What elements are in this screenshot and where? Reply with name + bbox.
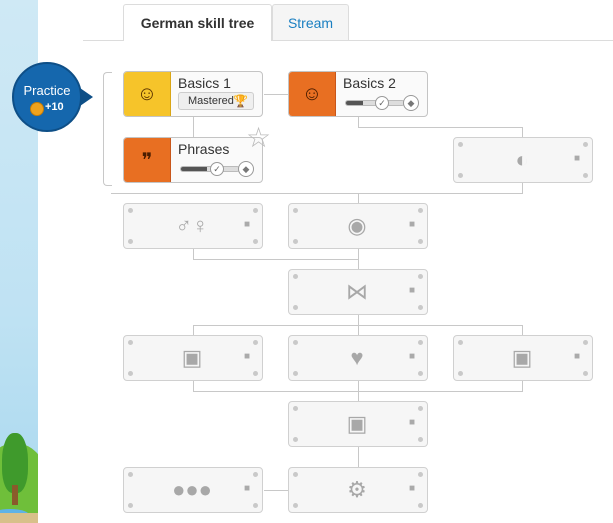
connector bbox=[193, 117, 194, 137]
connector bbox=[358, 249, 359, 269]
lock-icon: ■ bbox=[243, 351, 250, 362]
lock-icon: ■ bbox=[573, 351, 580, 362]
trophy-icon: 🏆 bbox=[233, 94, 248, 108]
lock-icon: ■ bbox=[408, 417, 415, 428]
lock-icon: ■ bbox=[573, 153, 580, 164]
trophy-icon: ◆ bbox=[238, 161, 254, 177]
connector bbox=[522, 381, 523, 391]
star-icon[interactable]: ☆ bbox=[246, 124, 271, 152]
gear-icon: ⚙ bbox=[347, 477, 367, 502]
connector bbox=[193, 325, 194, 335]
gender-symbols-icon: ♂♀ bbox=[175, 213, 209, 238]
picture-frame-icon: ▣ bbox=[346, 411, 368, 436]
skill-title: Phrases bbox=[178, 141, 230, 157]
practice-bonus: +10 bbox=[45, 101, 64, 113]
speech-bubbles-icon: ❞ bbox=[124, 138, 171, 182]
locked-skill-frame-middle[interactable]: ▣ ■ bbox=[288, 401, 428, 447]
skill-progress-bar: ✓ ◆ bbox=[345, 95, 421, 111]
picture-frame-icon: ▣ bbox=[181, 345, 203, 370]
skill-basics-2[interactable]: ☺ Basics 2 ✓ ◆ bbox=[288, 71, 428, 117]
lock-icon: ■ bbox=[243, 483, 250, 494]
picture-frame-icon: ▣ bbox=[511, 345, 533, 370]
connector bbox=[264, 490, 288, 491]
locked-skill-people[interactable]: ●●● ■ bbox=[123, 467, 263, 513]
locked-skill-animals[interactable]: ♥ ■ bbox=[288, 335, 428, 381]
basics-skill-icon: ☺ bbox=[124, 72, 171, 116]
connector bbox=[358, 447, 359, 467]
skill-title: Basics 1 bbox=[178, 75, 231, 91]
practice-pointer bbox=[80, 88, 93, 106]
connector bbox=[193, 259, 358, 260]
bow-tie-icon: ⋈ bbox=[346, 279, 368, 304]
mastered-label: Mastered bbox=[188, 95, 234, 107]
lock-icon: ■ bbox=[408, 219, 415, 230]
skill-title: Basics 2 bbox=[343, 75, 396, 91]
tree-trunk bbox=[12, 485, 18, 505]
connector bbox=[522, 127, 523, 137]
connector bbox=[193, 381, 194, 391]
locked-skill-frame-right[interactable]: ▣ ■ bbox=[453, 335, 593, 381]
locked-skill-balloons[interactable]: ◉ ■ bbox=[288, 203, 428, 249]
connector bbox=[264, 94, 288, 95]
progress-fill bbox=[346, 101, 364, 105]
locked-skill-gender[interactable]: ♂♀ ■ bbox=[123, 203, 263, 249]
checkpoint-icon: ✓ bbox=[375, 96, 389, 110]
tab-german-skill-tree[interactable]: German skill tree bbox=[123, 4, 272, 41]
whale-icon: ♥ bbox=[350, 345, 364, 370]
lock-icon: ■ bbox=[408, 483, 415, 494]
locked-skill-settings[interactable]: ⚙ ■ bbox=[288, 467, 428, 513]
checkpoint-icon: ✓ bbox=[210, 162, 224, 176]
practice-bracket bbox=[103, 72, 112, 186]
connector bbox=[358, 117, 359, 127]
people-icon: ●●● bbox=[172, 477, 212, 502]
connector bbox=[522, 325, 523, 335]
trophy-icon: ◆ bbox=[403, 95, 419, 111]
skill-phrases[interactable]: ❞ Phrases ✓ ◆ bbox=[123, 137, 263, 183]
connector bbox=[358, 127, 523, 128]
path-decoration bbox=[0, 513, 38, 523]
mastered-badge: Mastered 🏆 bbox=[178, 92, 254, 110]
connector bbox=[193, 249, 194, 259]
tab-stream[interactable]: Stream bbox=[272, 4, 349, 40]
lock-icon: ■ bbox=[243, 219, 250, 230]
connector bbox=[522, 183, 523, 193]
lock-icon: ■ bbox=[408, 351, 415, 362]
connector bbox=[358, 193, 359, 203]
locked-skill-food[interactable]: ◐ ■ bbox=[453, 137, 593, 183]
locked-skill-frame-left[interactable]: ▣ ■ bbox=[123, 335, 263, 381]
skill-progress-bar: ✓ ◆ bbox=[180, 161, 256, 177]
practice-label: Practice bbox=[23, 83, 71, 98]
locked-skill-clothing[interactable]: ⋈ ■ bbox=[288, 269, 428, 315]
practice-button[interactable]: Practice +10 bbox=[12, 62, 82, 132]
basics-skill-icon: ☺ bbox=[289, 72, 336, 116]
balloons-icon: ◉ bbox=[347, 213, 367, 238]
tree-icon bbox=[2, 433, 28, 493]
progress-fill bbox=[181, 167, 208, 171]
skill-basics-1[interactable]: ☺ Basics 1 Mastered 🏆 bbox=[123, 71, 263, 117]
connector bbox=[358, 381, 359, 401]
connector bbox=[193, 325, 523, 326]
lingot-coin-icon bbox=[30, 102, 44, 116]
lock-icon: ■ bbox=[408, 285, 415, 296]
connector bbox=[111, 193, 523, 194]
pizza-icon: ◐ bbox=[515, 147, 529, 172]
